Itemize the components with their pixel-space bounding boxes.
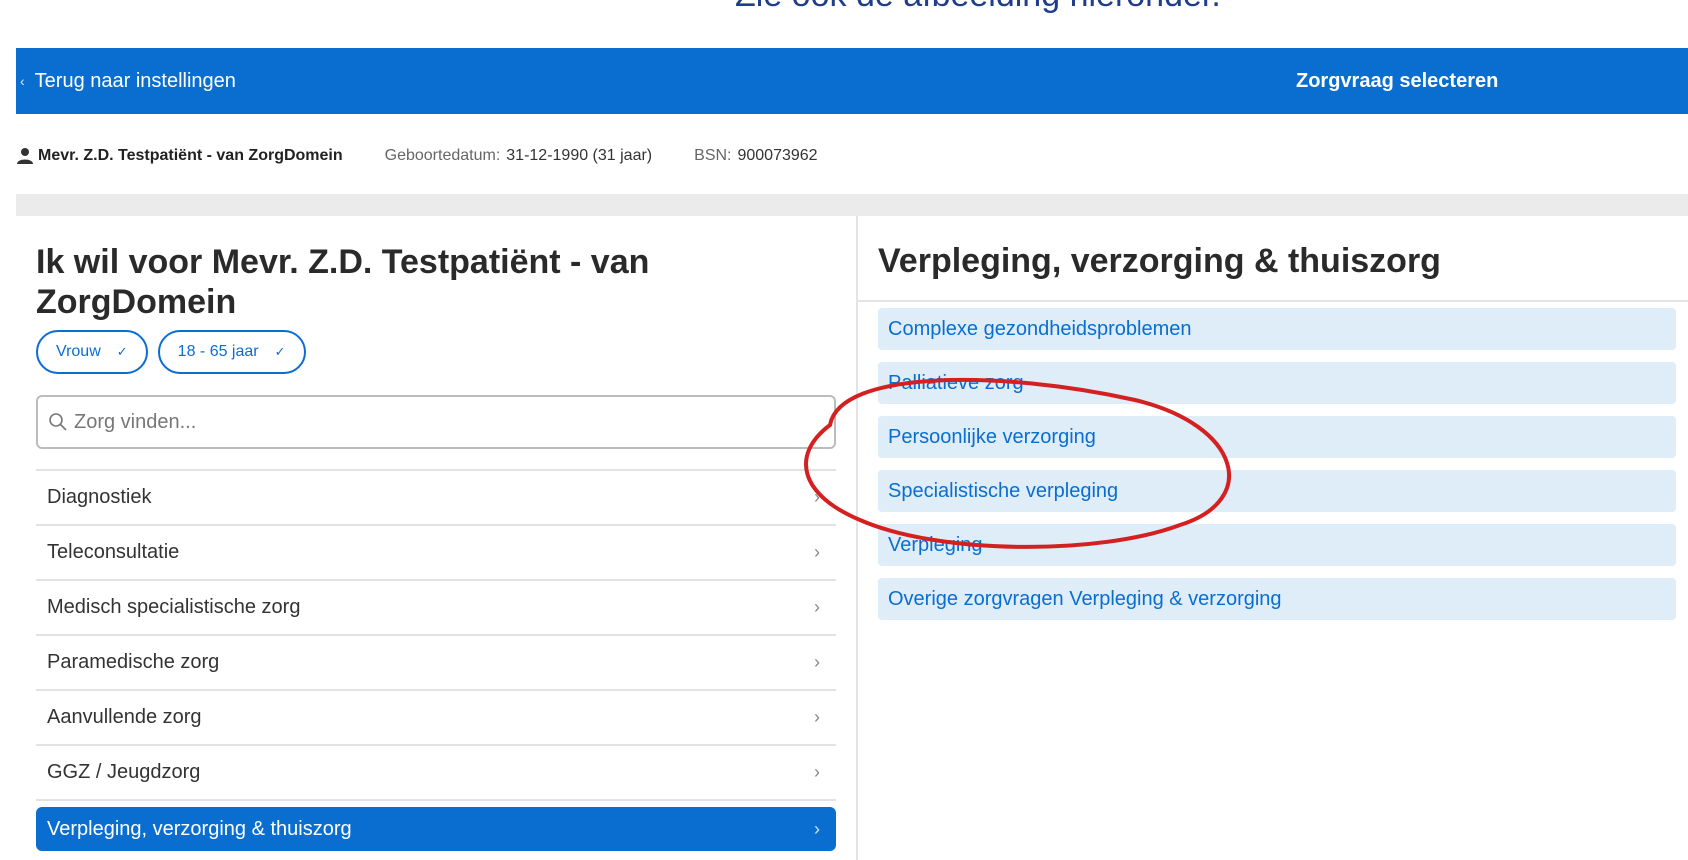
dob-label: Geboortedatum: (384, 147, 501, 164)
category-list: Diagnostiek › Teleconsultatie › Medisch … (36, 469, 836, 851)
chip-label: Vrouw (56, 343, 101, 360)
back-to-settings-link[interactable]: ‹ Terug naar instellingen (20, 48, 236, 114)
check-icon: ✓ (274, 344, 286, 359)
chevron-right-icon: › (814, 707, 820, 727)
top-navigation-bar: ‹ Terug naar instellingen Zorgvraag sele… (16, 48, 1688, 114)
option-palliatieve-zorg[interactable]: Palliatieve zorg (878, 362, 1676, 404)
option-overige-zorgvragen[interactable]: Overige zorgvragen Verpleging & verzorgi… (878, 578, 1676, 620)
category-panel: Ik wil voor Mevr. Z.D. Testpatiënt - van… (16, 216, 858, 860)
search-icon (49, 413, 67, 431)
bsn-label: BSN: (694, 147, 732, 164)
bsn-value: 900073962 (737, 147, 818, 164)
separator-bar (16, 194, 1688, 216)
subcategory-panel: Verpleging, verzorging & thuiszorg Compl… (858, 216, 1688, 860)
chevron-right-icon: › (814, 597, 820, 617)
category-heading: Ik wil voor Mevr. Z.D. Testpatiënt - van… (36, 243, 650, 321)
category-label: Medisch specialistische zorg (47, 596, 301, 618)
category-label: Verpleging, verzorging & thuiszorg (47, 817, 352, 840)
chip-label: 18 - 65 jaar (177, 343, 259, 360)
category-label: GGZ / Jeugdzorg (47, 761, 201, 783)
search-input[interactable] (74, 410, 814, 434)
back-label: Terug naar instellingen (34, 69, 236, 92)
category-item-verpleging-selected[interactable]: Verpleging, verzorging & thuiszorg › (36, 807, 836, 851)
chevron-right-icon: › (814, 487, 820, 507)
person-icon (17, 148, 33, 164)
page-title: Zorgvraag selecteren (1296, 69, 1499, 92)
divider (858, 300, 1688, 302)
page-caption: Zie ook de afbeelding hieronder. (735, 0, 1221, 15)
category-item-ggz-jeugdzorg[interactable]: GGZ / Jeugdzorg › (36, 746, 836, 801)
category-label: Teleconsultatie (47, 541, 180, 563)
option-persoonlijke-verzorging[interactable]: Persoonlijke verzorging (878, 416, 1676, 458)
chevron-right-icon: › (814, 818, 820, 839)
chevron-right-icon: › (814, 542, 820, 562)
filter-chip-age[interactable]: 18 - 65 jaar ✓ (157, 330, 306, 374)
category-item-teleconsultatie[interactable]: Teleconsultatie › (36, 526, 836, 581)
option-verpleging[interactable]: Verpleging (878, 524, 1676, 566)
option-specialistische-verpleging[interactable]: Specialistische verpleging (878, 470, 1676, 512)
search-box (36, 395, 836, 449)
category-label: Aanvullende zorg (47, 706, 202, 728)
category-item-aanvullende-zorg[interactable]: Aanvullende zorg › (36, 691, 836, 746)
patient-info-bar: Mevr. Z.D. Testpatiënt - van ZorgDomein … (16, 144, 818, 168)
category-item-diagnostiek[interactable]: Diagnostiek › (36, 471, 836, 526)
category-item-medisch-specialistische-zorg[interactable]: Medisch specialistische zorg › (36, 581, 836, 636)
filter-chip-gender[interactable]: Vrouw ✓ (36, 330, 148, 374)
subcategory-list: Complexe gezondheidsproblemen Palliatiev… (878, 308, 1676, 632)
chevron-right-icon: › (814, 652, 820, 672)
filter-chips: Vrouw ✓ 18 - 65 jaar ✓ (36, 330, 306, 374)
option-complexe-gezondheidsproblemen[interactable]: Complexe gezondheidsproblemen (878, 308, 1676, 350)
chevron-right-icon: › (814, 762, 820, 782)
patient-name: Mevr. Z.D. Testpatiënt - van ZorgDomein (38, 147, 343, 164)
category-label: Paramedische zorg (47, 651, 220, 673)
dob-value: 31-12-1990 (31 jaar) (506, 147, 653, 164)
category-label: Diagnostiek (47, 486, 152, 508)
chevron-left-icon: ‹ (20, 73, 25, 89)
check-icon: ✓ (116, 344, 128, 359)
subcategory-heading: Verpleging, verzorging & thuiszorg (878, 242, 1441, 280)
category-item-paramedische-zorg[interactable]: Paramedische zorg › (36, 636, 836, 691)
